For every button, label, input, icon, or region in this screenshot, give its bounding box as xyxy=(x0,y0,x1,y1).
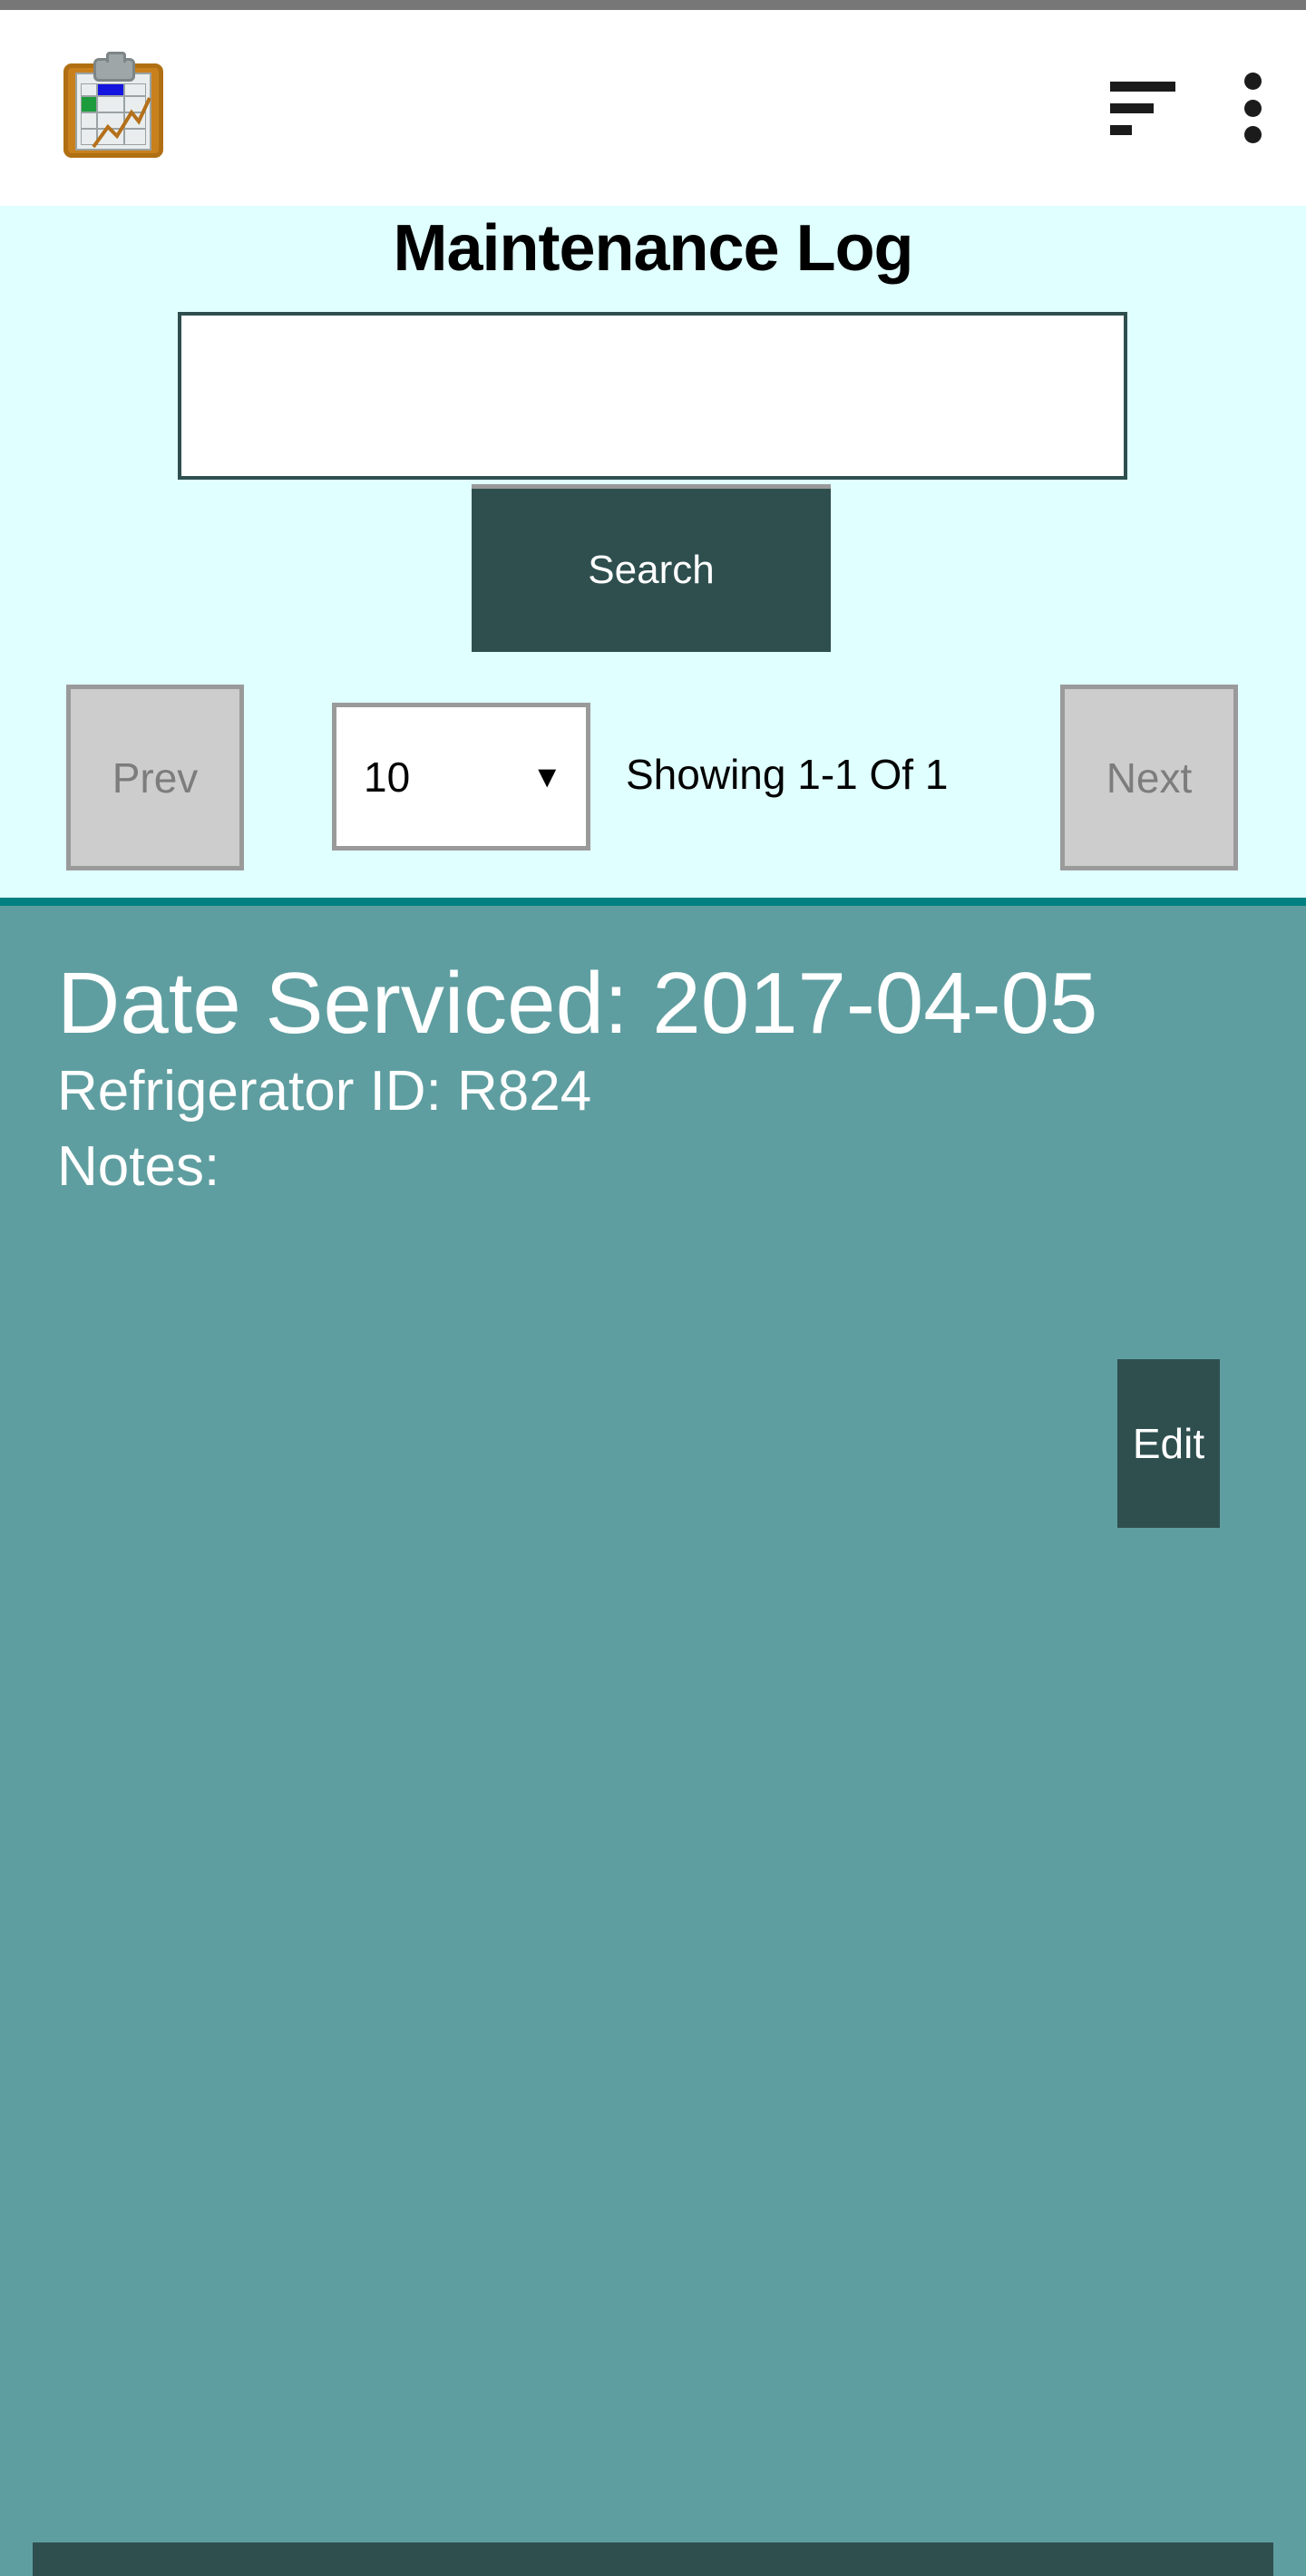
next-page-button[interactable]: Next xyxy=(1060,685,1238,870)
results-count-label: Showing 1-1 Of 1 xyxy=(626,751,949,798)
record-date-serviced: Date Serviced: 2017-04-05 xyxy=(57,955,1098,1052)
clipboard-paper-shape xyxy=(75,73,151,151)
record-list: Date Serviced: 2017-04-05 Refrigerator I… xyxy=(0,906,1306,2576)
trend-line-icon xyxy=(92,97,151,149)
pagination-controls: Prev 10 ▼ Showing 1-1 Of 1 Next xyxy=(0,677,1306,877)
clipboard-chart-icon[interactable] xyxy=(63,52,163,158)
clipboard-clip-shape xyxy=(93,52,135,82)
sort-lines-icon[interactable] xyxy=(1110,81,1177,135)
chevron-down-icon: ▼ xyxy=(531,759,562,794)
page-size-select[interactable]: 10 ▼ xyxy=(332,703,590,851)
prev-page-button[interactable]: Prev xyxy=(66,685,244,870)
app-header xyxy=(0,10,1306,206)
search-button[interactable]: Search xyxy=(472,484,831,652)
kebab-menu-icon[interactable] xyxy=(1243,73,1262,143)
record-refrigerator-id: Refrigerator ID: R824 xyxy=(57,1060,592,1123)
record-action-bar[interactable] xyxy=(33,2542,1273,2576)
list-item[interactable]: Date Serviced: 2017-04-05 Refrigerator I… xyxy=(0,906,1306,1528)
search-panel: Maintenance Log Search Prev 10 ▼ Showing… xyxy=(0,206,1306,898)
search-input[interactable] xyxy=(178,312,1127,480)
header-actions xyxy=(1110,73,1262,143)
page-size-value: 10 xyxy=(364,753,411,801)
app-screen: Maintenance Log Search Prev 10 ▼ Showing… xyxy=(0,0,1306,2576)
system-status-bar xyxy=(0,0,1306,10)
page-title: Maintenance Log xyxy=(393,212,913,285)
edit-button[interactable]: Edit xyxy=(1117,1359,1220,1528)
section-divider xyxy=(0,898,1306,906)
record-notes: Notes: xyxy=(57,1135,220,1199)
